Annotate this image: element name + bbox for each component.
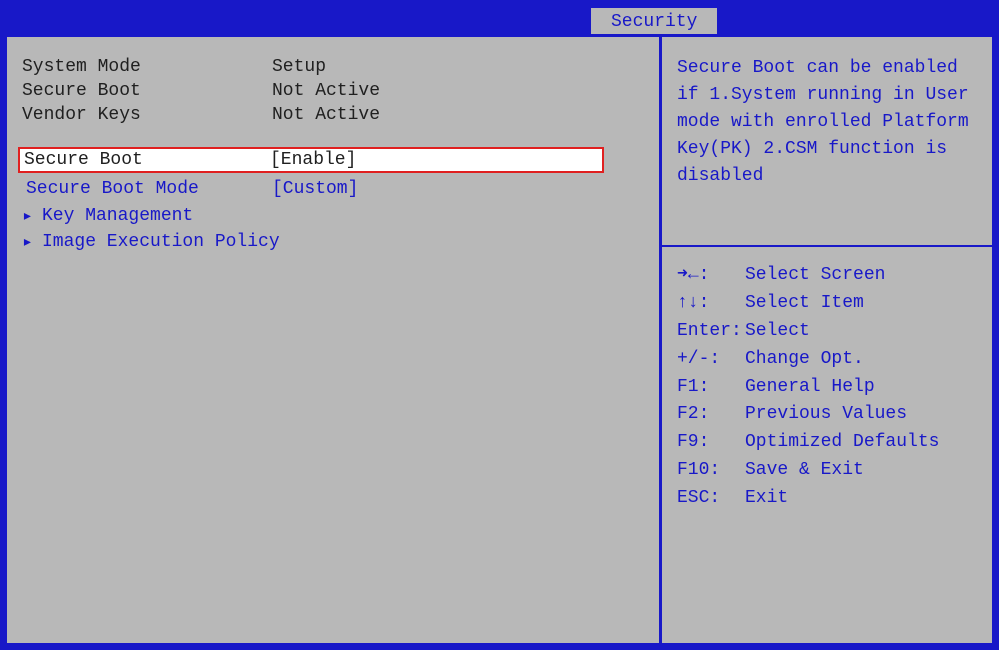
main-area: System Mode Setup Secure Boot Not Active… xyxy=(4,34,995,646)
info-value: Not Active xyxy=(272,105,644,125)
key-hints: ➜←: Select Screen ↑↓: Select Item Enter:… xyxy=(677,262,977,513)
key-hint-optimized-defaults: F9: Optimized Defaults xyxy=(677,429,977,457)
info-vendor-keys: Vendor Keys Not Active xyxy=(22,105,644,125)
tab-security[interactable]: Security xyxy=(589,6,719,36)
bios-screen: Security System Mode Setup Secure Boot N… xyxy=(4,4,995,646)
menu-secure-boot[interactable]: Secure Boot [Enable] xyxy=(18,147,604,173)
key-desc: Previous Values xyxy=(745,401,977,429)
triangle-right-icon: ▸ xyxy=(22,231,42,253)
key-symbol: F1: xyxy=(677,374,745,402)
key-symbol: +/-: xyxy=(677,346,745,374)
help-text: Secure Boot can be enabled if 1.System r… xyxy=(677,55,977,190)
menu-value: [Custom] xyxy=(272,179,644,199)
key-hint-change-opt: +/-: Change Opt. xyxy=(677,346,977,374)
key-hint-select: Enter: Select xyxy=(677,318,977,346)
menu-value: [Enable] xyxy=(270,150,598,170)
key-symbol: F10: xyxy=(677,457,745,485)
key-desc: Select xyxy=(745,318,977,346)
menu-key-management[interactable]: ▸ Key Management xyxy=(22,205,644,227)
key-desc: Select Item xyxy=(745,290,977,318)
key-desc: Select Screen xyxy=(745,262,977,290)
divider xyxy=(662,245,992,247)
info-label: Secure Boot xyxy=(22,81,272,101)
key-hint-exit: ESC: Exit xyxy=(677,485,977,513)
key-desc: Optimized Defaults xyxy=(745,429,977,457)
info-label: System Mode xyxy=(22,57,272,77)
key-desc: General Help xyxy=(745,374,977,402)
info-value: Not Active xyxy=(272,81,644,101)
key-desc: Change Opt. xyxy=(745,346,977,374)
info-system-mode: System Mode Setup xyxy=(22,57,644,77)
info-label: Vendor Keys xyxy=(22,105,272,125)
menu-label: Secure Boot Mode xyxy=(26,179,272,199)
right-panel: Secure Boot can be enabled if 1.System r… xyxy=(662,37,992,643)
key-desc: Save & Exit xyxy=(745,457,977,485)
menu-secure-boot-mode[interactable]: Secure Boot Mode [Custom] xyxy=(22,177,644,201)
key-symbol: Enter: xyxy=(677,318,745,346)
spacer xyxy=(22,129,644,147)
key-desc: Exit xyxy=(745,485,977,513)
info-secure-boot: Secure Boot Not Active xyxy=(22,81,644,101)
menu-label: Key Management xyxy=(42,206,644,226)
tab-bar: Security xyxy=(4,4,995,36)
key-symbol: F9: xyxy=(677,429,745,457)
key-symbol: ↑↓: xyxy=(677,290,745,318)
key-hint-previous-values: F2: Previous Values xyxy=(677,401,977,429)
menu-image-execution-policy[interactable]: ▸ Image Execution Policy xyxy=(22,231,644,253)
key-hint-save-exit: F10: Save & Exit xyxy=(677,457,977,485)
key-hint-general-help: F1: General Help xyxy=(677,374,977,402)
menu-label: Secure Boot xyxy=(24,150,270,170)
triangle-right-icon: ▸ xyxy=(22,205,42,227)
key-hint-select-screen: ➜←: Select Screen xyxy=(677,262,977,290)
left-panel: System Mode Setup Secure Boot Not Active… xyxy=(7,37,662,643)
key-symbol: ESC: xyxy=(677,485,745,513)
info-value: Setup xyxy=(272,57,644,77)
key-symbol: F2: xyxy=(677,401,745,429)
key-symbol: ➜←: xyxy=(677,262,745,290)
key-hint-select-item: ↑↓: Select Item xyxy=(677,290,977,318)
menu-label: Image Execution Policy xyxy=(42,232,644,252)
